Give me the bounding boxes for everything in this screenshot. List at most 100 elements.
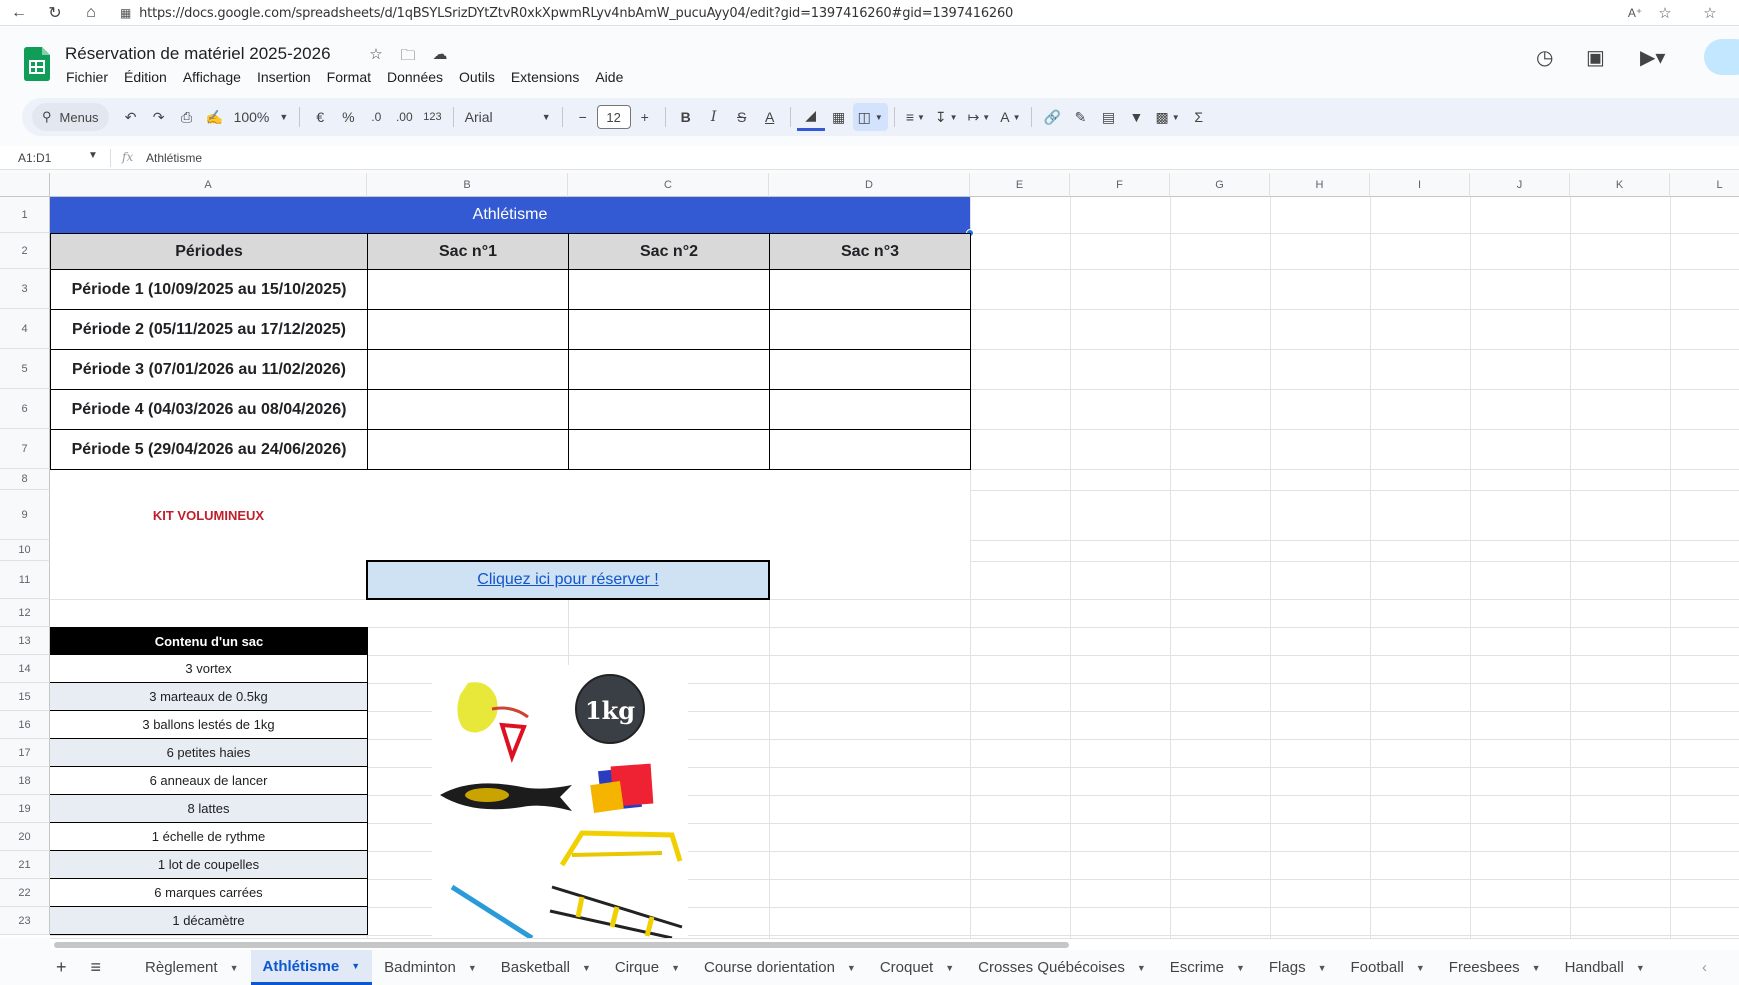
print-icon[interactable]: ⎙ bbox=[173, 103, 201, 131]
home-icon[interactable]: ⌂ bbox=[78, 0, 104, 26]
header-sac-3[interactable]: Sac n°3 bbox=[769, 233, 971, 270]
column-header-c[interactable]: C bbox=[568, 173, 769, 197]
content-item[interactable]: 3 marteaux de 0.5kg bbox=[50, 683, 368, 711]
column-header-e[interactable]: E bbox=[970, 173, 1070, 197]
row-header-10[interactable]: 10 bbox=[0, 540, 50, 561]
version-history-icon[interactable]: ◷ bbox=[1536, 45, 1553, 70]
percent-format-button[interactable]: % bbox=[334, 103, 362, 131]
menu-fichier[interactable]: Fichier bbox=[58, 67, 116, 87]
sheet-tab-escrime[interactable]: Escrime ▼ bbox=[1158, 950, 1257, 985]
text-wrapping-icon[interactable]: ↦ ▼ bbox=[963, 103, 996, 131]
document-title[interactable]: Réservation de matériel 2025-2026 bbox=[65, 44, 331, 64]
content-item[interactable]: 6 anneaux de lancer bbox=[50, 767, 368, 795]
sheet-tab-football[interactable]: Football ▼ bbox=[1339, 950, 1437, 985]
site-info-icon[interactable]: ▦ bbox=[120, 6, 131, 20]
menu-edition[interactable]: Édition bbox=[116, 67, 175, 87]
chevron-down-icon[interactable]: ▼ bbox=[351, 961, 360, 971]
content-item[interactable]: 1 décamètre bbox=[50, 907, 368, 935]
booking-cell[interactable] bbox=[367, 349, 569, 390]
formula-input[interactable]: Athlétisme bbox=[146, 151, 202, 165]
strikethrough-icon[interactable]: S bbox=[728, 103, 756, 131]
row-header-6[interactable]: 6 bbox=[0, 389, 50, 429]
row-header-22[interactable]: 22 bbox=[0, 879, 50, 907]
insert-chart-icon[interactable]: ▤ bbox=[1094, 103, 1122, 131]
row-header-19[interactable]: 19 bbox=[0, 795, 50, 823]
menu-insertion[interactable]: Insertion bbox=[249, 67, 319, 87]
chevron-down-icon[interactable]: ▼ bbox=[582, 963, 591, 973]
sheet-tab-flags[interactable]: Flags ▼ bbox=[1257, 950, 1339, 985]
column-header-d[interactable]: D bbox=[769, 173, 970, 197]
comments-icon[interactable]: ▣ bbox=[1586, 45, 1605, 70]
row-header-16[interactable]: 16 bbox=[0, 711, 50, 739]
back-icon[interactable]: ← bbox=[6, 0, 32, 26]
booking-cell[interactable] bbox=[568, 349, 770, 390]
row-header-9[interactable]: 9 bbox=[0, 490, 50, 540]
booking-cell[interactable] bbox=[769, 389, 971, 430]
name-box[interactable]: A1:D1 bbox=[18, 151, 51, 165]
sheet-tab-freesbees[interactable]: Freesbees ▼ bbox=[1437, 950, 1553, 985]
reserve-link-text[interactable]: Cliquez ici pour réserver ! bbox=[477, 571, 658, 589]
booking-cell[interactable] bbox=[769, 429, 971, 470]
menu-format[interactable]: Format bbox=[319, 67, 379, 87]
reload-icon[interactable]: ↻ bbox=[42, 0, 68, 26]
content-item[interactable]: 8 lattes bbox=[50, 795, 368, 823]
sheet-tab-badminton[interactable]: Badminton ▼ bbox=[372, 950, 489, 985]
sheet-tab-athletisme[interactable]: Athlétisme ▼ bbox=[250, 950, 373, 985]
text-rotation-icon[interactable]: A ▼ bbox=[995, 103, 1025, 131]
chevron-down-icon[interactable]: ▼ bbox=[1236, 963, 1245, 973]
column-header-l[interactable]: L bbox=[1670, 173, 1739, 197]
content-header[interactable]: Contenu d'un sac bbox=[50, 627, 368, 655]
booking-cell[interactable] bbox=[769, 349, 971, 390]
chevron-down-icon[interactable]: ▼ bbox=[1318, 963, 1327, 973]
content-item[interactable]: 3 vortex bbox=[50, 655, 368, 683]
booking-cell[interactable] bbox=[568, 429, 770, 470]
row-header-7[interactable]: 7 bbox=[0, 429, 50, 469]
bold-icon[interactable]: B bbox=[672, 103, 700, 131]
search-menus-button[interactable]: ⚲ Menus bbox=[32, 103, 109, 131]
header-sac-1[interactable]: Sac n°1 bbox=[367, 233, 569, 270]
row-header-13[interactable]: 13 bbox=[0, 627, 50, 655]
horizontal-align-icon[interactable]: ≡ ▼ bbox=[901, 103, 930, 131]
decrease-decimal-button[interactable]: .0 bbox=[362, 103, 390, 131]
row-header-4[interactable]: 4 bbox=[0, 309, 50, 349]
equipment-image[interactable]: 1kg bbox=[432, 665, 688, 938]
address-bar[interactable]: ▦ https://docs.google.com/spreadsheets/d… bbox=[120, 3, 1013, 23]
booking-cell[interactable] bbox=[367, 269, 569, 310]
row-header-21[interactable]: 21 bbox=[0, 851, 50, 879]
content-item[interactable]: 1 lot de coupelles bbox=[50, 851, 368, 879]
column-header-b[interactable]: B bbox=[367, 173, 568, 197]
row-header-20[interactable]: 20 bbox=[0, 823, 50, 851]
share-button[interactable] bbox=[1704, 39, 1739, 75]
period-cell[interactable]: Période 4 (04/03/2026 au 08/04/2026) bbox=[50, 389, 368, 430]
period-cell[interactable]: Période 3 (07/01/2026 au 11/02/2026) bbox=[50, 349, 368, 390]
read-aloud-icon[interactable]: A⁺ bbox=[1622, 0, 1648, 26]
increase-decimal-button[interactable]: .00 bbox=[390, 103, 418, 131]
booking-cell[interactable] bbox=[568, 389, 770, 430]
select-all-corner[interactable] bbox=[0, 173, 50, 197]
chevron-down-icon[interactable]: ▼ bbox=[230, 963, 239, 973]
sheet-tab-handball[interactable]: Handball ▼ bbox=[1553, 950, 1657, 985]
column-header-a[interactable]: A bbox=[50, 173, 367, 197]
row-header-2[interactable]: 2 bbox=[0, 233, 50, 269]
header-periodes[interactable]: Périodes bbox=[50, 233, 368, 270]
period-cell[interactable]: Période 1 (10/09/2025 au 15/10/2025) bbox=[50, 269, 368, 310]
filter-icon[interactable]: ▼ bbox=[1122, 103, 1150, 131]
row-header-15[interactable]: 15 bbox=[0, 683, 50, 711]
content-item[interactable]: 3 ballons lestés de 1kg bbox=[50, 711, 368, 739]
booking-cell[interactable] bbox=[769, 309, 971, 350]
row-header-14[interactable]: 14 bbox=[0, 655, 50, 683]
scroll-tabs-left-icon[interactable]: ‹ bbox=[1690, 950, 1719, 985]
row-header-18[interactable]: 18 bbox=[0, 767, 50, 795]
paint-format-icon[interactable]: ✍ bbox=[201, 103, 229, 131]
functions-icon[interactable]: Σ bbox=[1185, 103, 1213, 131]
menu-affichage[interactable]: Affichage bbox=[175, 67, 249, 87]
sheets-logo-icon[interactable] bbox=[24, 47, 50, 81]
star-icon[interactable]: ☆ bbox=[366, 45, 386, 63]
column-header-i[interactable]: I bbox=[1370, 173, 1470, 197]
filter-views-icon[interactable]: ▩ ▼ bbox=[1150, 103, 1184, 131]
decrease-font-size-icon[interactable]: − bbox=[569, 103, 597, 131]
insert-link-icon[interactable]: 🔗 bbox=[1038, 103, 1066, 131]
booking-cell[interactable] bbox=[769, 269, 971, 310]
content-item[interactable]: 1 échelle de rythme bbox=[50, 823, 368, 851]
zoom-select[interactable]: 100% ▼ bbox=[229, 103, 294, 131]
